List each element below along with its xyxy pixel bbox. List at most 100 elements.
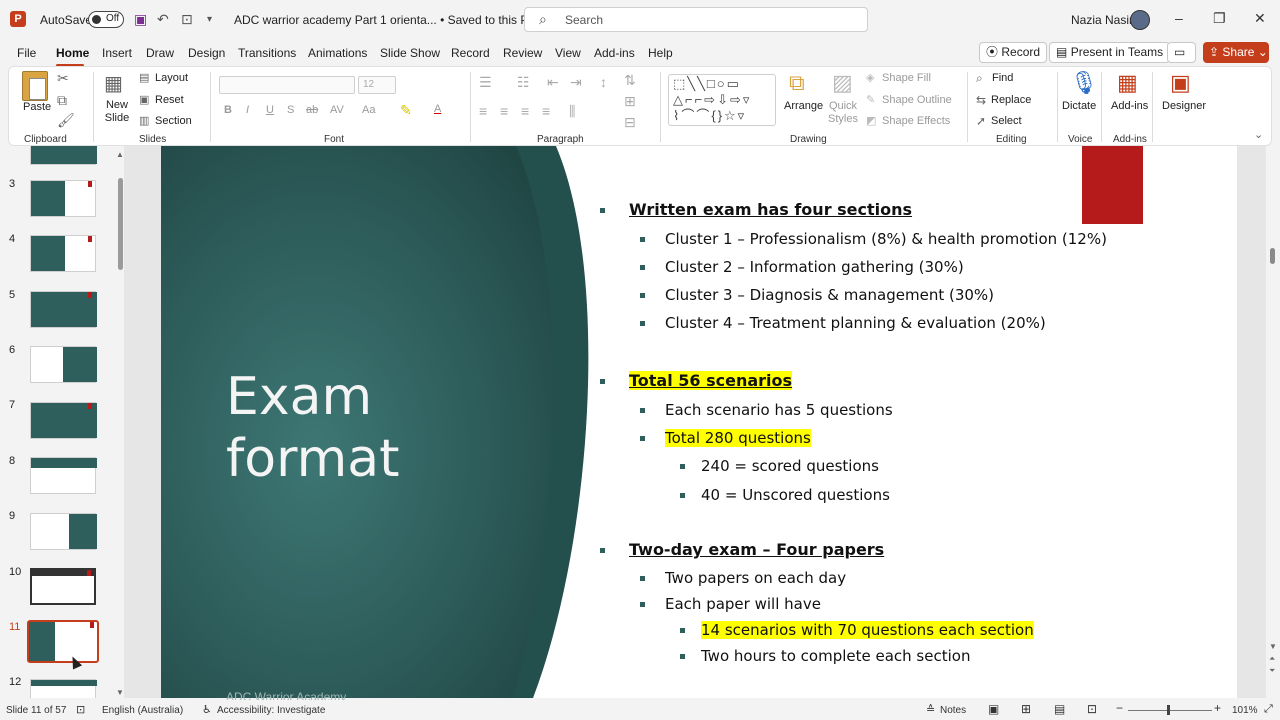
slide-thumbnail[interactable] [30,402,97,439]
spelling-icon[interactable]: ⊡ [76,703,85,716]
shape-effects-button[interactable]: Shape Effects [882,115,950,127]
customize-qat-icon[interactable]: ▾ [207,14,212,25]
underline-button[interactable]: U [266,104,274,116]
justify-icon[interactable]: ≡ [542,103,550,119]
slide-thumbnail-pane[interactable]: 3 4 5 6 7 8 9 10 11 12 [0,146,118,698]
tab-help[interactable]: Help [648,46,673,60]
save-icon[interactable]: ▣ [134,11,147,28]
numbering-icon[interactable]: ☷ [517,74,530,91]
slide-thumbnail[interactable] [30,457,97,494]
tab-insert[interactable]: Insert [102,46,132,60]
zoom-slider-thumb[interactable] [1167,705,1170,715]
scroll-down-icon[interactable]: ▼ [1269,642,1277,651]
quick-styles-icon[interactable]: ▨ [832,70,853,96]
align-left-icon[interactable]: ≡ [479,103,487,119]
scrollbar-thumb[interactable] [118,178,123,270]
character-spacing-button[interactable]: AV [330,104,344,116]
reading-view-icon[interactable]: ▤ [1054,702,1065,716]
designer-icon[interactable]: ▣ [1170,70,1191,96]
tab-file[interactable]: File [17,46,36,60]
find-button[interactable]: Find [992,72,1013,84]
scrollbar-thumb[interactable] [1270,248,1275,264]
record-button[interactable]: ⦿ Record [979,42,1048,63]
tab-slide-show[interactable]: Slide Show [380,46,440,60]
zoom-out-icon[interactable]: − [1116,701,1123,715]
tab-review[interactable]: Review [503,46,542,60]
restore-button[interactable]: ❐ [1213,10,1226,27]
dictate-button[interactable]: Dictate [1062,100,1096,112]
tab-draw[interactable]: Draw [146,46,174,60]
strikethrough-button[interactable]: ab [306,104,318,116]
slide-thumbnail[interactable] [30,346,97,383]
collapse-ribbon-icon[interactable]: ⌄ [1254,128,1263,141]
slide-sorter-icon[interactable]: ⊞ [1021,702,1031,716]
zoom-in-icon[interactable]: + [1214,701,1221,715]
paste-button[interactable]: Paste [23,101,51,113]
tab-view[interactable]: View [555,46,581,60]
font-family-dropdown[interactable] [219,76,355,94]
layout-button[interactable]: Layout [155,72,188,84]
bullets-icon[interactable]: ☰ [479,74,492,91]
avatar[interactable] [1130,10,1150,30]
tab-record[interactable]: Record [451,46,490,60]
arrange-button[interactable]: Arrange [784,100,823,112]
fit-to-window-icon[interactable]: ⤢ [1264,703,1273,716]
smartart-icon[interactable]: ⊟ [624,114,636,131]
share-button[interactable]: ⇪ Share ⌄ [1203,42,1269,63]
shadow-button[interactable]: S [287,104,294,116]
slide-thumbnail[interactable] [30,679,97,698]
shape-outline-button[interactable]: Shape Outline [882,94,952,106]
line-spacing-icon[interactable]: ↕ [600,74,607,90]
highlight-icon[interactable]: ✎ [400,102,412,119]
scroll-down-icon[interactable]: ▼ [116,688,124,697]
slide-title[interactable]: Exam format [226,366,400,490]
slide-thumbnail[interactable] [30,180,96,217]
slide-thumbnail-selected[interactable] [27,620,99,663]
comments-button[interactable]: ▭ [1167,42,1196,63]
shape-fill-button[interactable]: Shape Fill [882,72,931,84]
new-slide-button[interactable]: New Slide [104,99,130,125]
add-ins-icon[interactable]: ▦ [1117,70,1138,96]
slide-scrollbar[interactable]: ▼ ⏶ ⏷ [1266,146,1280,698]
tab-add-ins[interactable]: Add-ins [594,46,635,60]
reset-button[interactable]: Reset [155,94,184,106]
section-button[interactable]: Section [155,115,192,127]
slide-thumbnail[interactable] [30,235,96,272]
microphone-icon[interactable]: 🎙 [1070,70,1098,96]
tab-animations[interactable]: Animations [308,46,367,60]
paste-icon[interactable] [22,71,48,101]
search-box[interactable]: ⌕ Search [524,7,868,32]
next-slide-icon[interactable]: ⏷ [1269,666,1275,676]
add-ins-button[interactable]: Add-ins [1111,100,1148,112]
slide-counter[interactable]: Slide 11 of 57 [6,705,66,716]
slide-thumbnail[interactable] [30,568,96,605]
user-name[interactable]: Nazia Nasir [1071,13,1133,27]
scroll-up-icon[interactable]: ▲ [116,150,124,159]
cut-icon[interactable]: ✂ [57,70,69,87]
text-direction-icon[interactable]: ⇅ [624,72,636,89]
minimize-button[interactable]: – [1175,10,1183,26]
quick-styles-button[interactable]: Quick Styles [828,100,858,126]
columns-icon[interactable]: ⫼ [569,103,575,120]
present-icon[interactable]: ⊡ [181,11,193,28]
present-in-teams-button[interactable]: ▤ Present in Teams [1049,42,1171,63]
undo-icon[interactable]: ↶ [157,11,169,28]
zoom-slider[interactable] [1128,710,1212,711]
slide-thumbnail[interactable] [30,146,97,165]
thumbnail-scrollbar[interactable]: ▲ ▼ [116,150,124,698]
tab-transitions[interactable]: Transitions [238,46,296,60]
file-name[interactable]: ADC warrior academy Part 1 orienta... • … [234,13,550,27]
previous-slide-icon[interactable]: ⏶ [1269,654,1275,664]
new-slide-icon[interactable]: ▦ [104,71,123,96]
replace-button[interactable]: Replace [991,94,1031,106]
autosave-toggle[interactable]: Off [88,11,124,28]
align-right-icon[interactable]: ≡ [521,103,529,119]
normal-view-icon[interactable]: ▣ [988,702,999,716]
designer-button[interactable]: Designer [1162,100,1206,112]
align-text-icon[interactable]: ⊞ [624,93,636,110]
increase-indent-icon[interactable]: ⇥ [570,74,582,91]
close-button[interactable]: ✕ [1254,10,1266,27]
notes-button[interactable]: Notes [940,705,966,716]
select-button[interactable]: Select [991,115,1022,127]
arrange-icon[interactable]: ⧉ [789,70,805,96]
